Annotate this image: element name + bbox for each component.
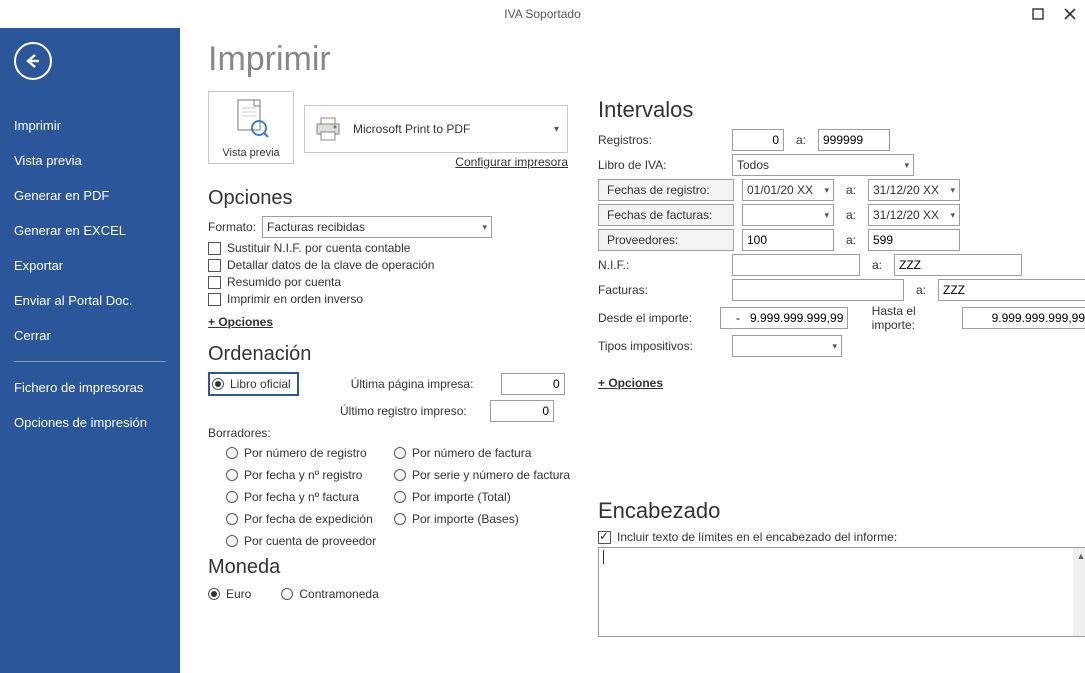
facturas-to-input[interactable] bbox=[938, 279, 1085, 301]
facturas-from-input[interactable] bbox=[732, 279, 904, 301]
printer-select[interactable]: Microsoft Print to PDF ▾ bbox=[304, 105, 568, 153]
sidebar: Imprimir Vista previa Generar en PDF Gen… bbox=[0, 28, 180, 673]
formato-value: Facturas recibidas bbox=[267, 220, 365, 234]
chk-orden-inverso[interactable]: Imprimir en orden inverso bbox=[208, 292, 568, 306]
proveedores-from-input[interactable] bbox=[742, 229, 834, 251]
chk-detallar-datos[interactable]: Detallar datos de la clave de operación bbox=[208, 258, 568, 272]
nif-to-input[interactable] bbox=[894, 254, 1022, 276]
page-title: Imprimir bbox=[208, 40, 1061, 79]
registros-to-input[interactable] bbox=[818, 129, 890, 151]
sidebar-item-enviar-portal[interactable]: Enviar al Portal Doc. bbox=[0, 283, 180, 318]
sidebar-item-generar-excel[interactable]: Generar en EXCEL bbox=[0, 213, 180, 248]
registros-label: Registros: bbox=[598, 133, 724, 147]
window-restore-button[interactable] bbox=[1029, 5, 1047, 23]
radio-serie-num-factura[interactable]: Por serie y número de factura bbox=[394, 468, 594, 482]
sidebar-item-fichero-impresoras[interactable]: Fichero de impresoras bbox=[0, 370, 180, 405]
facturas-label: Facturas: bbox=[598, 283, 724, 297]
hasta-importe-input[interactable] bbox=[962, 307, 1085, 329]
back-button[interactable] bbox=[14, 42, 52, 80]
window-close-button[interactable] bbox=[1061, 5, 1079, 23]
preview-button[interactable]: Vista previa bbox=[208, 91, 294, 164]
libro-iva-label: Libro de IVA: bbox=[598, 158, 724, 172]
document-icon bbox=[232, 98, 270, 142]
intervalos-heading: Intervalos bbox=[598, 97, 1085, 123]
chk-incluir-texto-limites[interactable]: Incluir texto de límites en el encabezad… bbox=[598, 530, 1085, 544]
chk-resumido-cuenta[interactable]: Resumido por cuenta bbox=[208, 275, 568, 289]
encabezado-textarea[interactable]: ▲ bbox=[598, 547, 1085, 637]
chevron-down-icon: ▾ bbox=[904, 160, 909, 171]
nif-label: N.I.F.: bbox=[598, 258, 724, 272]
sidebar-item-imprimir[interactable]: Imprimir bbox=[0, 108, 180, 143]
ultimo-registro-label: Último registro impreso: bbox=[340, 404, 480, 418]
scrollbar[interactable]: ▲ bbox=[1073, 548, 1085, 636]
opciones-heading: Opciones bbox=[208, 187, 568, 210]
sidebar-item-exportar[interactable]: Exportar bbox=[0, 248, 180, 283]
libro-iva-select[interactable]: Todos ▾ bbox=[732, 154, 914, 176]
ultima-pagina-label: Última página impresa: bbox=[351, 377, 491, 391]
radio-importe-bases[interactable]: Por importe (Bases) bbox=[394, 512, 594, 526]
fechas-registro-to[interactable]: 31/12/20 XX▾ bbox=[868, 179, 960, 201]
formato-label: Formato: bbox=[208, 220, 256, 234]
fechas-facturas-from[interactable]: ▾ bbox=[742, 204, 834, 226]
sidebar-item-cerrar[interactable]: Cerrar bbox=[0, 318, 180, 353]
ordenacion-heading: Ordenación bbox=[208, 343, 568, 366]
encabezado-heading: Encabezado bbox=[598, 498, 1085, 524]
radio-fecha-registro[interactable]: Por fecha y nº registro bbox=[226, 468, 386, 482]
sidebar-item-vista-previa[interactable]: Vista previa bbox=[0, 143, 180, 178]
intervalos-more-link[interactable]: + Opciones bbox=[598, 376, 663, 390]
ultimo-registro-input[interactable] bbox=[490, 400, 554, 422]
tipos-impositivos-label: Tipos impositivos: bbox=[598, 339, 724, 353]
opciones-more-link[interactable]: + Opciones bbox=[208, 315, 273, 329]
radio-euro[interactable]: Euro bbox=[208, 587, 251, 601]
sidebar-item-opciones-impresion[interactable]: Opciones de impresión bbox=[0, 405, 180, 440]
moneda-heading: Moneda bbox=[208, 556, 568, 579]
configure-printer-link[interactable]: Configurar impresora bbox=[304, 155, 568, 169]
radio-importe-total[interactable]: Por importe (Total) bbox=[394, 490, 594, 504]
registros-from-input[interactable] bbox=[732, 129, 784, 151]
radio-num-registro[interactable]: Por número de registro bbox=[226, 446, 386, 460]
fechas-registro-button[interactable]: Fechas de registro: bbox=[598, 179, 734, 201]
hasta-importe-label: Hasta el importe: bbox=[872, 304, 954, 332]
tipos-impositivos-select[interactable]: ▾ bbox=[732, 335, 842, 357]
title-bar: IVA Soportado bbox=[0, 0, 1085, 28]
preview-button-label: Vista previa bbox=[213, 147, 289, 159]
radio-libro-oficial[interactable]: Libro oficial bbox=[208, 372, 299, 396]
sidebar-separator bbox=[14, 361, 166, 362]
a-label: a: bbox=[792, 133, 810, 147]
printer-name: Microsoft Print to PDF bbox=[353, 122, 470, 136]
nif-from-input[interactable] bbox=[732, 254, 860, 276]
sidebar-item-generar-pdf[interactable]: Generar en PDF bbox=[0, 178, 180, 213]
ultima-pagina-input[interactable] bbox=[501, 373, 565, 395]
scroll-up-icon[interactable]: ▲ bbox=[1073, 548, 1085, 564]
chevron-down-icon: ▾ bbox=[554, 124, 559, 135]
printer-icon bbox=[313, 116, 343, 142]
radio-fecha-expedicion[interactable]: Por fecha de expedición bbox=[226, 512, 386, 526]
fechas-facturas-button[interactable]: Fechas de facturas: bbox=[598, 204, 734, 226]
formato-select[interactable]: Facturas recibidas ▾ bbox=[262, 216, 492, 238]
borradores-label: Borradores: bbox=[208, 426, 568, 440]
proveedores-to-input[interactable] bbox=[868, 229, 960, 251]
radio-num-factura[interactable]: Por número de factura bbox=[394, 446, 594, 460]
fechas-facturas-to[interactable]: 31/12/20 XX▾ bbox=[868, 204, 960, 226]
fechas-registro-from[interactable]: 01/01/20 XX▾ bbox=[742, 179, 834, 201]
desde-importe-label: Desde el importe: bbox=[598, 311, 712, 325]
radio-contramoneda[interactable]: Contramoneda bbox=[281, 587, 378, 601]
radio-cuenta-proveedor[interactable]: Por cuenta de proveedor bbox=[226, 534, 386, 548]
window-title: IVA Soportado bbox=[504, 7, 581, 21]
desde-importe-input[interactable] bbox=[720, 307, 848, 329]
proveedores-button[interactable]: Proveedores: bbox=[598, 229, 734, 251]
chk-sustituir-nif[interactable]: Sustituir N.I.F. por cuenta contable bbox=[208, 241, 568, 255]
chevron-down-icon: ▾ bbox=[482, 222, 487, 233]
chevron-down-icon: ▾ bbox=[832, 341, 837, 352]
radio-fecha-factura[interactable]: Por fecha y nº factura bbox=[226, 490, 386, 504]
